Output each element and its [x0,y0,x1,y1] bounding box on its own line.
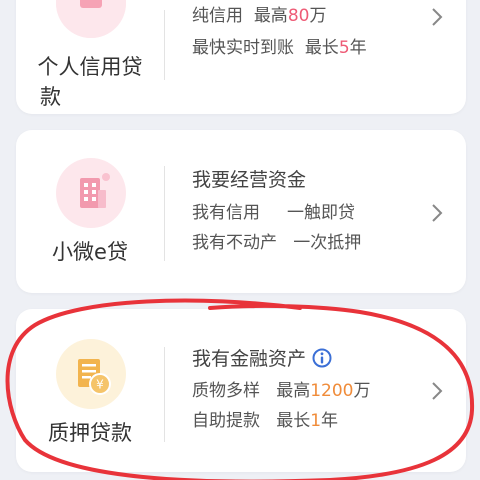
feature-line-1: 纯信用 最高80万 [192,6,327,26]
feature-line-2: 最快实时到账 最长5年 [192,38,367,58]
loan-card-small-business[interactable]: 小微e贷 我要经营资金 我有信用 一触即贷 我有不动产 一次抵押 [16,130,466,293]
document-yen-icon: ¥ [56,339,126,409]
building-icon [56,158,126,228]
chevron-right-icon[interactable] [430,380,444,402]
card-title: 个人信用贷 款 [37,55,143,109]
loan-card-personal-credit[interactable]: 个人信用贷 款 纯信用 最高80万 最快实时到账 最长5年 [16,0,466,114]
chevron-right-icon[interactable] [430,202,444,224]
feature-line-2: 我有不动产 一次抵押 [192,233,362,253]
card-title: 质押贷款 [48,421,132,445]
loan-card-pledge[interactable]: ¥ 质押贷款 我有金融资产 质物多样 最高1200万 自助提款 最长1年 [16,309,466,472]
info-icon[interactable] [312,348,332,368]
card-headline: 我有金融资产 [192,347,332,371]
divider [164,166,165,261]
divider [164,347,165,442]
divider [164,10,165,80]
feature-line-1: 我有信用 一触即贷 [192,203,356,223]
personal-loan-icon [56,0,126,38]
svg-text:¥: ¥ [96,378,104,392]
feature-line-2: 自助提款 最长1年 [192,411,339,431]
card-title: 小微e贷 [52,240,128,264]
chevron-right-icon[interactable] [430,6,444,28]
feature-line-1: 质物多样 最高1200万 [192,381,371,401]
card-headline: 我要经营资金 [192,169,307,191]
